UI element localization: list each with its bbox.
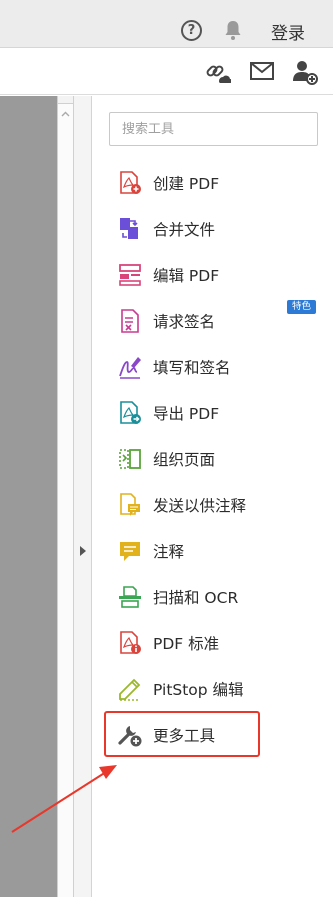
tool-combine-files[interactable]: 合并文件: [117, 212, 317, 246]
more-tools-icon: [118, 726, 142, 747]
tool-label: 请求签名: [153, 313, 216, 331]
organize-pages-icon: [119, 449, 141, 469]
tool-create-pdf[interactable]: 创建 PDF: [117, 166, 317, 200]
tool-scan-ocr[interactable]: 扫描和 OCR: [117, 580, 317, 614]
document-view[interactable]: [0, 96, 57, 897]
fill-sign-icon: [119, 357, 141, 379]
tool-label: 扫描和 OCR: [153, 589, 239, 607]
tool-label: PitStop 编辑: [153, 681, 244, 699]
top-bar: ? 登录: [0, 0, 333, 48]
pdf-standards-icon: [120, 631, 141, 654]
tool-organize-pages[interactable]: 组织页面: [117, 442, 317, 476]
tool-fill-and-sign[interactable]: 填写和签名: [117, 350, 317, 384]
panel-collapse-strip[interactable]: [74, 96, 92, 897]
tool-edit-pdf[interactable]: 编辑 PDF: [117, 258, 317, 292]
tool-label: 更多工具: [153, 727, 216, 745]
expand-arrow-icon[interactable]: [80, 546, 86, 556]
comment-icon: [120, 542, 140, 561]
featured-badge: 特色: [287, 300, 317, 314]
share-toolbar: [0, 49, 333, 95]
login-link[interactable]: 登录: [271, 19, 305, 44]
add-person-icon[interactable]: [292, 59, 318, 85]
export-pdf-icon: [120, 401, 141, 424]
tool-pdf-standards[interactable]: PDF 标准: [117, 626, 317, 660]
tool-label: 组织页面: [153, 451, 216, 469]
tool-label: 填写和签名: [153, 359, 231, 377]
tool-label: 注释: [153, 543, 185, 561]
edit-pdf-icon: [119, 264, 141, 286]
help-icon[interactable]: ?: [181, 20, 202, 41]
tool-label: PDF 标准: [153, 635, 220, 653]
tool-more-tools[interactable]: 更多工具: [117, 718, 317, 752]
tool-label: 发送以供注释: [153, 497, 247, 515]
tool-label: 创建 PDF: [153, 175, 220, 193]
scroll-up-arrow-icon[interactable]: [61, 110, 70, 119]
tool-label: 合并文件: [153, 221, 216, 239]
search-tools-input[interactable]: [109, 112, 318, 146]
tool-comment[interactable]: 注释: [117, 534, 317, 568]
scan-ocr-icon: [119, 586, 141, 608]
link-cloud-icon[interactable]: [205, 59, 231, 85]
request-signature-icon: [121, 309, 139, 333]
scrollbar-top-cap: [58, 96, 73, 104]
tool-send-for-comments[interactable]: 发送以供注释: [117, 488, 317, 522]
tool-label: 导出 PDF: [153, 405, 220, 423]
bell-icon[interactable]: [224, 19, 242, 41]
vertical-scrollbar[interactable]: [57, 96, 74, 897]
tool-label: 编辑 PDF: [153, 267, 220, 285]
combine-files-icon: [120, 218, 138, 239]
pitstop-edit-icon: [119, 678, 141, 701]
create-pdf-icon: [120, 171, 141, 194]
tools-panel: 创建 PDF 合并文件 编辑 PDF 请求签名 特色: [93, 96, 333, 897]
tool-pitstop-edit[interactable]: PitStop 编辑: [117, 672, 317, 706]
mail-icon[interactable]: [250, 62, 274, 80]
tool-export-pdf[interactable]: 导出 PDF: [117, 396, 317, 430]
send-for-comments-icon: [120, 493, 140, 516]
